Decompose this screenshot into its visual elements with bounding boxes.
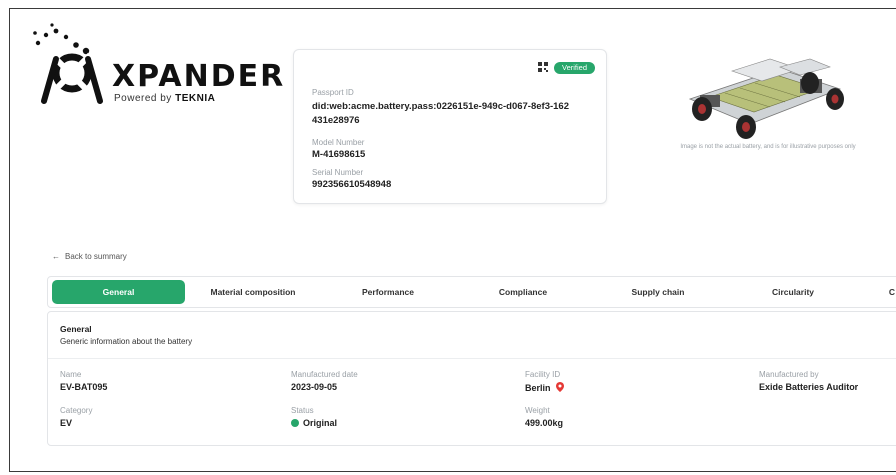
- facility-name: Berlin: [525, 383, 551, 393]
- category-label: Category: [60, 406, 93, 415]
- serial-number-value: 992356610548948: [312, 179, 392, 190]
- powered-by-text: Powered by: [114, 93, 172, 104]
- general-description: Generic information about the battery: [60, 337, 193, 346]
- section-tabs: General Material composition Performance…: [47, 276, 896, 308]
- status-text: Original: [303, 418, 338, 428]
- passport-id-value: did:web:acme.battery.pass:0226151e-949c-…: [312, 101, 569, 126]
- location-pin-icon[interactable]: [556, 382, 565, 392]
- model-number-value: M-41698615: [312, 149, 366, 160]
- image-disclaimer: Image is not the actual battery, and is …: [680, 144, 856, 150]
- panel-divider: [48, 358, 896, 359]
- category-value: EV: [60, 418, 73, 428]
- passport-id-label: Passport ID: [312, 88, 354, 97]
- model-number-label: Model Number: [312, 138, 365, 147]
- manufactured-by-label: Manufactured by: [759, 370, 819, 379]
- xpander-logo-mark-icon: [33, 23, 103, 104]
- facility-id-label: Facility ID: [525, 370, 561, 379]
- weight-value: 499.00kg: [525, 418, 564, 428]
- app-window: XPANDER Powered by TEKNIA Verified Passp…: [9, 8, 896, 472]
- name-label: Name: [60, 370, 82, 379]
- brand-wordmark: XPANDER: [112, 59, 286, 94]
- tab-circularity[interactable]: Circularity: [728, 280, 858, 304]
- facility-id-value: Berlin: [525, 382, 565, 393]
- tab-compliance[interactable]: Compliance: [458, 280, 588, 304]
- passport-card: Verified Passport ID did:web:acme.batter…: [293, 49, 607, 204]
- serial-number-label: Serial Number: [312, 168, 364, 177]
- tab-performance[interactable]: Performance: [323, 280, 453, 304]
- tab-material-composition[interactable]: Material composition: [188, 280, 318, 304]
- verified-badge: Verified: [554, 62, 596, 74]
- tab-truncated[interactable]: C: [884, 280, 896, 304]
- weight-label: Weight: [525, 406, 550, 415]
- manufactured-date-label: Manufactured date: [291, 370, 358, 379]
- status-dot-icon: [291, 419, 299, 427]
- name-value: EV-BAT095: [60, 382, 108, 392]
- battery-chassis-image: [688, 58, 844, 139]
- status-label: Status: [291, 406, 314, 415]
- qr-code-icon[interactable]: [538, 62, 548, 72]
- general-title: General: [60, 324, 92, 334]
- manufactured-by-value: Exide Batteries Auditor: [759, 382, 859, 392]
- status-value: Original: [291, 418, 337, 428]
- back-to-summary-link[interactable]: ← Back to summary: [52, 252, 127, 261]
- brand-logo: XPANDER Powered by TEKNIA: [32, 23, 302, 107]
- partner-name: TEKNIA: [175, 93, 216, 104]
- back-to-summary-label: Back to summary: [65, 252, 127, 261]
- tab-supply-chain[interactable]: Supply chain: [593, 280, 723, 304]
- brand-powered-by: Powered by TEKNIA: [114, 93, 215, 104]
- manufactured-date-value: 2023-09-05: [291, 382, 338, 392]
- arrow-left-icon: ←: [52, 252, 60, 261]
- general-panel: General Generic information about the ba…: [47, 311, 896, 446]
- tab-general[interactable]: General: [52, 280, 185, 304]
